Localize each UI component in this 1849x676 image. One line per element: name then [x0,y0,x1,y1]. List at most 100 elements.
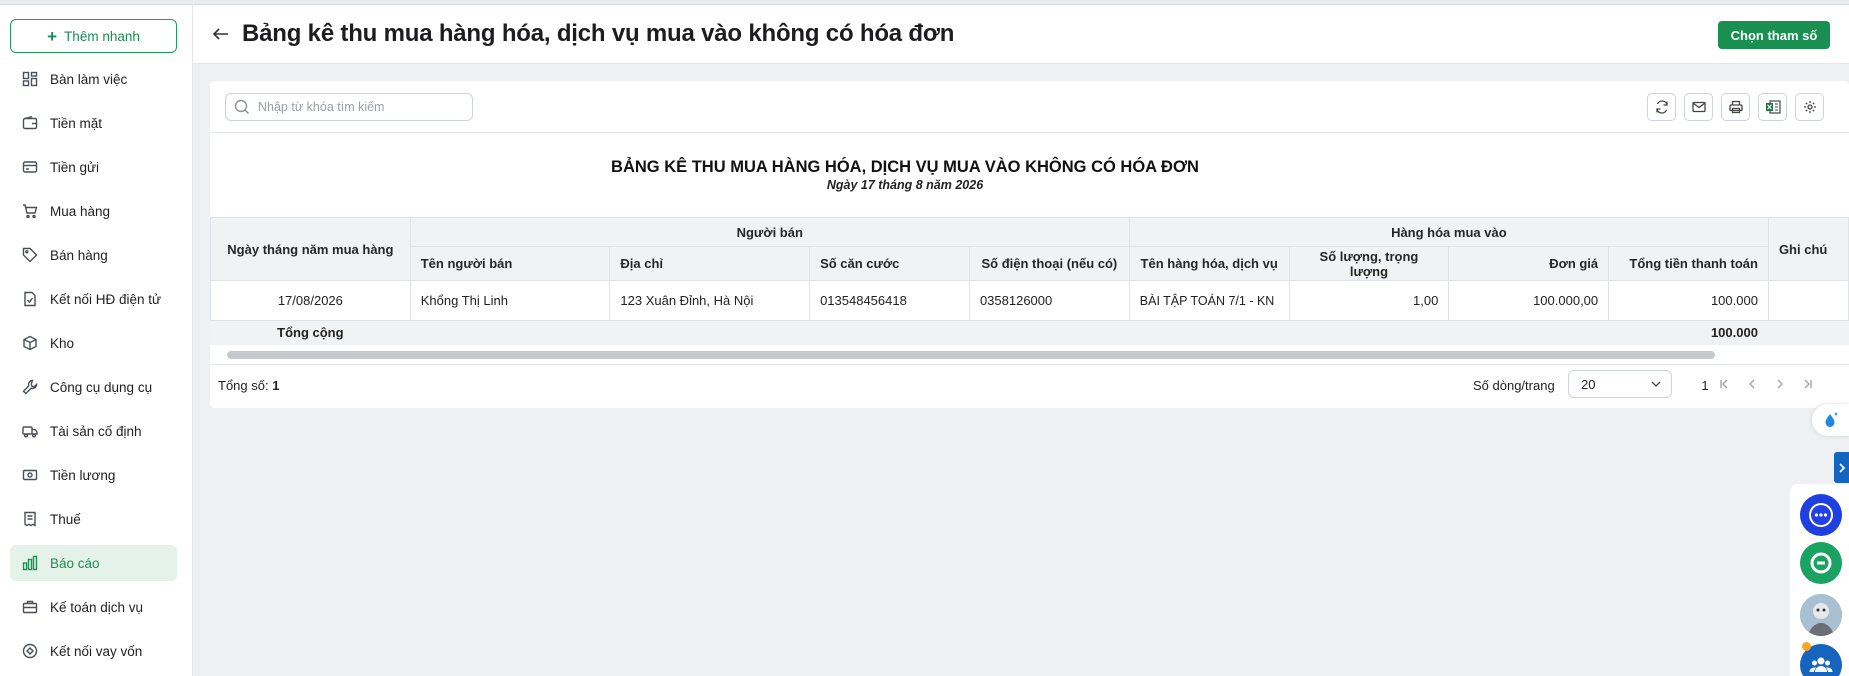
group-icon [1809,657,1833,672]
sidebar-item-dashboard[interactable]: Bàn làm việc [10,61,177,97]
sidebar-item-purchase[interactable]: Mua hàng [10,193,177,229]
sidebar-item-label: Thuế [50,511,81,527]
prev-page-button[interactable] [1738,372,1766,396]
sidebar-item-tools[interactable]: Công cụ dụng cụ [10,369,177,405]
sidebar: + Thêm nhanh Bàn làm việc Tiền mặt Tiền … [0,5,193,676]
sidebar-item-reports[interactable]: Báo cáo [10,545,177,581]
last-page-icon [1804,379,1812,389]
toolbar-divider [210,132,1849,133]
sidebar-item-warehouse[interactable]: Kho [10,325,177,361]
email-button[interactable] [1684,93,1713,121]
col-purchase-date: Ngày tháng năm mua hàng [210,217,411,281]
avatar-icon [1800,594,1842,636]
chat-button[interactable] [1800,494,1842,536]
droplet-sparkle-icon [1825,412,1838,427]
col-phone: Số điện thoại (nếu có) [968,246,1130,281]
cart-icon [23,204,38,219]
first-page-icon [1720,379,1728,389]
search-input[interactable] [258,100,458,114]
sidebar-item-fixed-assets[interactable]: Tài sản cố định [10,413,177,449]
link-icon [22,643,38,659]
cell-goods-name: BÀI TẬP TOÁN 7/1 - KN [1128,280,1290,321]
side-panel-toggle[interactable] [1834,452,1849,483]
rows-per-page-label: Số dòng/trang [1473,378,1555,393]
gear-icon [1803,101,1816,113]
total-label: Tổng cộng [210,320,411,345]
first-page-button[interactable] [1710,372,1738,396]
sidebar-item-sales[interactable]: Bán hàng [10,237,177,273]
sidebar-nav: Bàn làm việc Tiền mặt Tiền gửi Mua hàng … [10,61,177,676]
search-box[interactable] [225,93,473,121]
receipt-icon [24,511,36,527]
search-icon [234,99,249,114]
choose-params-button[interactable]: Chọn tham số [1718,21,1830,49]
print-button[interactable] [1721,93,1750,121]
settings-button[interactable] [1795,93,1824,121]
sidebar-item-einvoice[interactable]: Kết nối HĐ điện tử [10,281,177,317]
horizontal-scrollbar[interactable] [227,351,1849,359]
chat-bubble-icon [1809,503,1833,527]
card-icon [22,161,38,173]
col-goods-name: Tên hàng hóa, dịch vụ [1128,246,1290,281]
col-address: Địa chỉ [609,246,811,281]
sidebar-item-label: Kết nối vay vốn [50,643,143,659]
sidebar-item-deposit[interactable]: Tiền gửi [10,149,177,185]
next-page-button[interactable] [1766,372,1794,396]
sidebar-item-label: Bàn làm việc [50,71,128,87]
total-count: Tổng số: 1 [218,378,279,393]
box-icon [23,335,37,351]
pagination [1710,372,1822,396]
sidebar-item-label: Tiền gửi [50,159,100,175]
sidebar-item-label: Tiền mặt [50,115,103,131]
col-id-card: Số căn cước [809,246,970,281]
report-table: Ngày tháng năm mua hàng Người bán Hàng h… [210,217,1849,345]
sidebar-item-label: Tiền lương [50,467,116,483]
sidebar-item-label: Kết nối HĐ điện tử [50,291,162,307]
theme-widget-button[interactable] [1812,404,1849,436]
sidebar-item-label: Mua hàng [50,203,111,219]
quick-add-button[interactable]: + Thêm nhanh [10,19,177,53]
agent-avatar[interactable] [1800,594,1842,636]
sidebar-item-loan-connect[interactable]: Kết nối vay vốn [10,633,177,669]
wallet-icon [22,115,38,130]
chart-icon [22,555,38,571]
wrench-icon [22,379,38,395]
chevron-right-icon [1777,379,1783,389]
back-arrow-icon[interactable] [211,24,231,44]
cell-seller-name: Khổng Thị Linh [409,280,611,321]
cell-address: 123 Xuân Đỉnh, Hà Nội [609,280,811,321]
plus-icon: + [47,26,58,46]
col-group-goods: Hàng hóa mua vào [1128,217,1769,247]
cell-unit-price: 100.000,00 [1448,280,1610,321]
chevron-down-icon [1651,381,1661,387]
dashboard-icon [22,71,38,87]
cell-quantity: 1,00 [1288,280,1450,321]
sidebar-item-tax[interactable]: Thuế [10,501,177,537]
sidebar-item-label: Kho [50,335,75,351]
notification-dot [1802,642,1811,651]
col-seller-name: Tên người bán [409,246,611,281]
refresh-button[interactable] [1647,93,1676,121]
total-count-value: 1 [272,378,280,393]
export-excel-button[interactable] [1758,93,1787,121]
table-row[interactable]: 17/08/2026 Khổng Thị Linh 123 Xuân Đỉnh,… [210,280,1849,321]
last-page-button[interactable] [1794,372,1822,396]
support-widget-bar [1790,484,1849,676]
rows-per-page-select[interactable]: 20 [1568,370,1672,398]
chevron-left-icon [1749,379,1755,389]
sidebar-item-label: Báo cáo [50,555,100,571]
total-row: Tổng cộng 100.000 [210,320,1849,345]
truck-icon [22,426,38,438]
col-quantity: Số lượng, trọng lượng [1288,246,1450,281]
page-header: Bảng kê thu mua hàng hóa, dịch vụ mua và… [193,5,1849,64]
scrollbar-thumb[interactable] [227,351,1715,359]
mail-icon [1691,101,1706,113]
sidebar-item-accounting-services[interactable]: Kế toán dịch vụ [10,589,177,625]
support-button[interactable] [1800,542,1842,584]
invoice-icon [24,291,36,307]
sidebar-item-salary[interactable]: Tiền lương [10,457,177,493]
sidebar-item-cash[interactable]: Tiền mặt [10,105,177,141]
report-date: Ngày 17 tháng 8 năm 2026 [826,178,984,192]
report-card: BẢNG KÊ THU MUA HÀNG HÓA, DỊCH VỤ MUA VÀ… [210,81,1849,408]
rows-per-page-value: 20 [1581,376,1596,392]
